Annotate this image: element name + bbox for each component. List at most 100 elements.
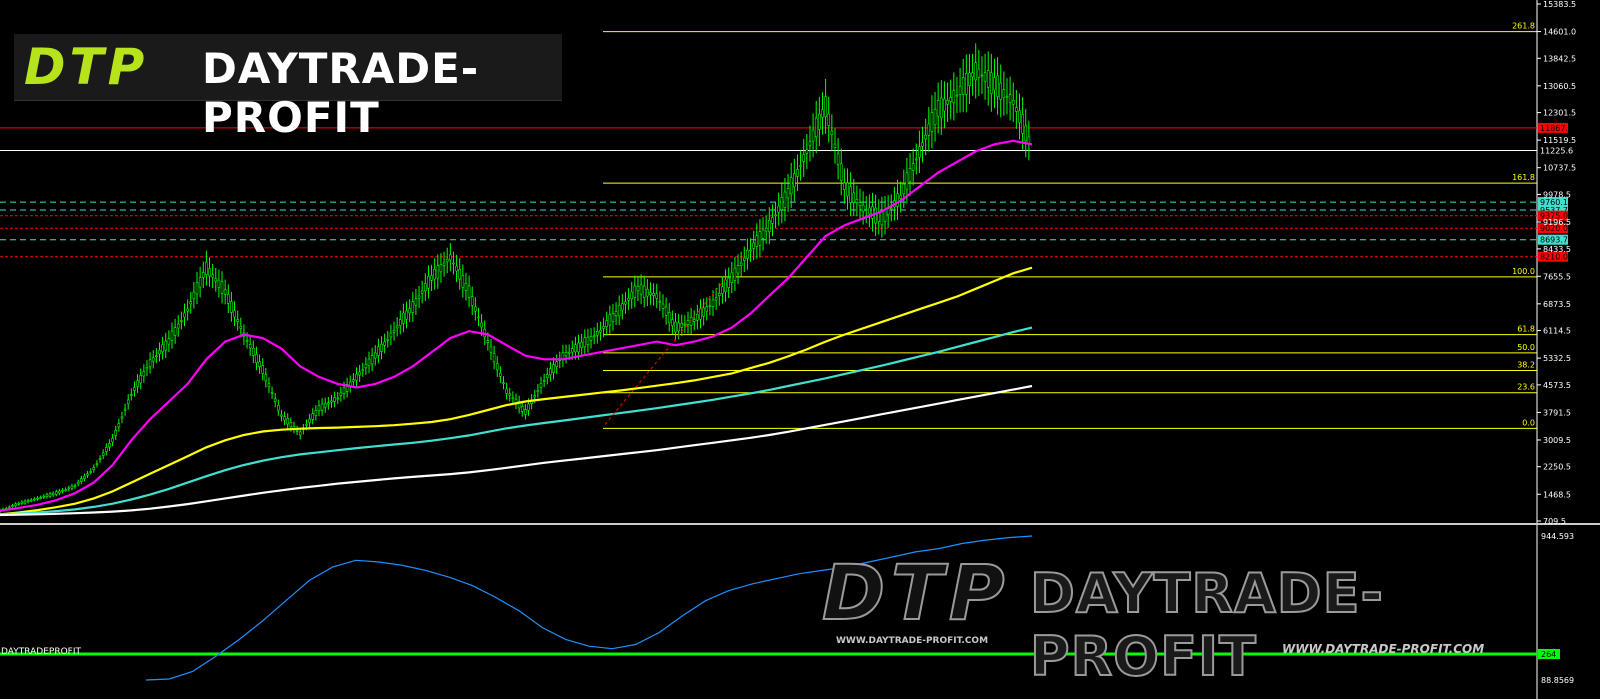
candle-body — [627, 297, 630, 301]
candle-body — [793, 173, 796, 188]
y-tick-label: 9196.5 — [1543, 218, 1571, 227]
candle-body — [320, 403, 324, 411]
candle-body — [430, 275, 433, 281]
candle-body — [367, 358, 371, 367]
candle-body — [58, 490, 61, 494]
candle-body — [739, 262, 743, 266]
candle-body — [148, 359, 152, 367]
candle-body — [308, 418, 311, 423]
candle-body — [120, 416, 124, 419]
candle-body — [605, 320, 608, 327]
candle-body — [630, 291, 634, 300]
candle-body — [180, 320, 183, 322]
candle-body — [314, 410, 318, 416]
price-label: 11225.6 — [1540, 146, 1573, 155]
candle-body — [943, 98, 946, 112]
candle-body — [51, 493, 55, 496]
candle-body — [821, 109, 824, 118]
candle-body — [764, 227, 768, 232]
candle-body — [652, 293, 655, 296]
candle-body — [696, 313, 699, 321]
candle-body — [317, 405, 321, 412]
candle-body — [214, 278, 218, 282]
candle-body — [1018, 110, 1021, 123]
y-tick-label: 12301.5 — [1543, 109, 1576, 118]
candle-body — [439, 264, 443, 273]
candle-body — [617, 304, 621, 317]
candle-body — [73, 485, 77, 488]
candle-body — [186, 308, 189, 312]
candle-body — [705, 306, 709, 312]
candle-body — [702, 307, 705, 317]
candle-body — [67, 487, 71, 490]
candle-body — [649, 292, 652, 296]
candle-body — [205, 261, 208, 275]
candle-body — [373, 352, 377, 359]
candle-body — [771, 217, 774, 224]
candle-body — [508, 393, 512, 396]
candle-body — [417, 295, 421, 299]
candle-body — [717, 293, 721, 296]
candle-body — [974, 62, 978, 81]
candle-body — [1011, 99, 1015, 105]
candle-body — [355, 373, 358, 381]
candle-body — [211, 274, 214, 278]
candle-body — [505, 388, 508, 394]
candle-body — [899, 195, 902, 199]
candle-body — [76, 481, 80, 485]
candle-body — [883, 209, 887, 222]
y-tick-label: 15383.5 — [1543, 0, 1576, 9]
candle-body — [380, 344, 383, 352]
candle-body — [589, 336, 593, 341]
candle-body — [398, 319, 402, 326]
y-tick-label: 3791.5 — [1543, 408, 1571, 417]
price-label: 8693.7 — [1540, 236, 1568, 245]
candle-body — [164, 340, 168, 351]
candle-body — [993, 77, 996, 91]
candle-body — [98, 458, 102, 460]
candle-body — [889, 207, 893, 210]
candle-body — [542, 380, 546, 382]
candle-body — [536, 389, 540, 392]
candle-body — [874, 207, 877, 224]
candle-body — [846, 182, 849, 197]
candle-body — [339, 392, 343, 397]
candle-body — [142, 370, 146, 377]
candle-body — [667, 312, 671, 324]
candle-body — [330, 400, 333, 403]
candle-body — [86, 473, 89, 476]
candle-body — [924, 134, 927, 140]
candle-body — [17, 502, 21, 505]
candle-body — [949, 97, 952, 102]
fib-level-label: 50.0 — [1517, 343, 1535, 352]
candle-body — [486, 340, 490, 343]
y-tick-label: 9978.5 — [1543, 190, 1571, 199]
candle-body — [877, 212, 881, 222]
candle-body — [26, 500, 30, 503]
candle-body — [114, 430, 118, 436]
candle-body — [871, 206, 874, 219]
candle-body — [195, 282, 199, 295]
candle-body — [930, 112, 934, 132]
candle-body — [927, 123, 931, 136]
candle-body — [261, 365, 264, 374]
candle-body — [777, 205, 780, 213]
candle-body — [577, 342, 580, 353]
y-tick-label: 5332.5 — [1543, 354, 1571, 363]
candle-body — [130, 394, 133, 396]
candle-body — [721, 286, 724, 294]
candle-body — [868, 207, 871, 215]
candle-body — [395, 325, 399, 329]
candle-body — [233, 310, 236, 318]
candle-body — [533, 395, 537, 398]
candle-body — [70, 485, 74, 489]
candle-body — [201, 272, 205, 278]
candle-body — [155, 355, 158, 358]
candle-body — [583, 337, 587, 348]
candle-body — [342, 387, 346, 394]
fib-level-label: 261.8 — [1512, 22, 1535, 31]
candle-body — [502, 382, 505, 385]
candle-body — [377, 346, 380, 356]
candle-body — [45, 494, 49, 497]
candle-body — [145, 367, 149, 370]
